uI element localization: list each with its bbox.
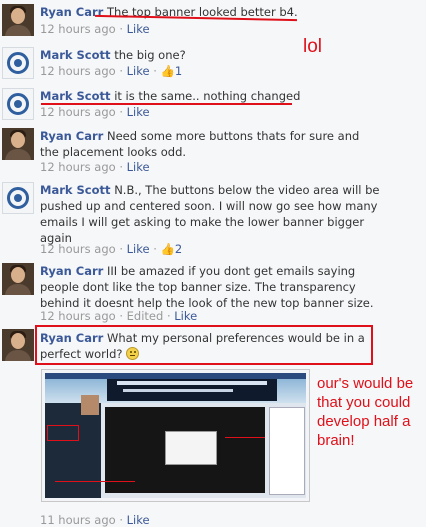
separator: ·: [119, 105, 123, 119]
comment-meta: 11 hours ago · Like: [40, 513, 150, 527]
comment-meta: 12 hours ago · Like · 👍2: [40, 242, 182, 256]
comment-body: the big one?: [114, 48, 186, 62]
avatar-ryan-carr[interactable]: [2, 263, 34, 295]
timestamp[interactable]: 12 hours ago: [40, 309, 116, 323]
separator: ·: [119, 64, 123, 78]
author-link[interactable]: Mark Scott: [40, 183, 111, 197]
comment-text: Mark Scott N.B., The buttons below the v…: [40, 182, 380, 246]
separator: ·: [119, 242, 123, 256]
red-underline-annotation: [41, 103, 292, 105]
thumbs-up-icon[interactable]: 👍: [161, 242, 175, 256]
like-count[interactable]: 1: [175, 64, 182, 78]
separator: ·: [166, 309, 171, 323]
comment-text: Mark Scott it is the same.. nothing chan…: [40, 88, 370, 104]
like-link[interactable]: Like: [127, 242, 150, 256]
avatar-mark-scott[interactable]: [2, 182, 34, 214]
comment-meta: 12 hours ago · Like · 👍1: [40, 64, 182, 78]
comment-meta: 12 hours ago · Like: [40, 22, 150, 36]
avatar-mark-scott[interactable]: [2, 88, 34, 120]
avatar-mark-scott[interactable]: [2, 47, 34, 79]
thumbs-up-icon[interactable]: 👍: [161, 64, 175, 78]
avatar-ryan-carr[interactable]: [2, 128, 34, 160]
like-link[interactable]: Like: [127, 105, 150, 119]
timestamp[interactable]: 11 hours ago: [40, 513, 116, 527]
like-count[interactable]: 2: [175, 242, 182, 256]
comment-text: Ryan Carr Need some more buttons thats f…: [40, 128, 365, 160]
screenshot-content: [45, 373, 306, 498]
comment-meta: 12 hours ago · Edited · Like: [40, 309, 197, 323]
timestamp[interactable]: 12 hours ago: [40, 160, 116, 174]
lol-annotation: lol: [303, 36, 323, 57]
separator: ·: [153, 64, 157, 78]
author-link[interactable]: Ryan Carr: [40, 129, 103, 143]
comment-meta: 12 hours ago · Like: [40, 105, 150, 119]
separator: ·: [119, 22, 123, 36]
timestamp[interactable]: 12 hours ago: [40, 64, 116, 78]
author-link[interactable]: Ryan Carr: [40, 264, 103, 278]
separator: ·: [119, 513, 123, 527]
like-link[interactable]: Like: [127, 513, 150, 527]
avatar-ryan-carr[interactable]: [2, 4, 34, 36]
separator: ·: [119, 160, 123, 174]
like-link[interactable]: Like: [174, 309, 197, 323]
author-link[interactable]: Ryan Carr: [40, 5, 103, 19]
separator: ·: [119, 309, 123, 323]
avatar-ryan-carr[interactable]: [2, 329, 34, 361]
timestamp[interactable]: 12 hours ago: [40, 105, 116, 119]
red-box-annotation: [35, 325, 373, 365]
author-link[interactable]: Mark Scott: [40, 89, 111, 103]
like-link[interactable]: Like: [127, 22, 150, 36]
comment-body: it is the same.. nothing changed: [114, 89, 301, 103]
attached-screenshot-image[interactable]: [41, 369, 310, 502]
like-link[interactable]: Like: [127, 160, 150, 174]
comment-meta: 12 hours ago · Like: [40, 160, 150, 174]
separator: ·: [153, 242, 157, 256]
timestamp[interactable]: 12 hours ago: [40, 242, 116, 256]
edited-label[interactable]: Edited: [127, 309, 164, 323]
author-link[interactable]: Mark Scott: [40, 48, 111, 62]
timestamp[interactable]: 12 hours ago: [40, 22, 116, 36]
like-link[interactable]: Like: [127, 64, 150, 78]
comment-text: Ryan Carr III be amazed if you dont get …: [40, 263, 380, 311]
side-note-annotation: our's would be that you could develop ha…: [317, 375, 414, 449]
